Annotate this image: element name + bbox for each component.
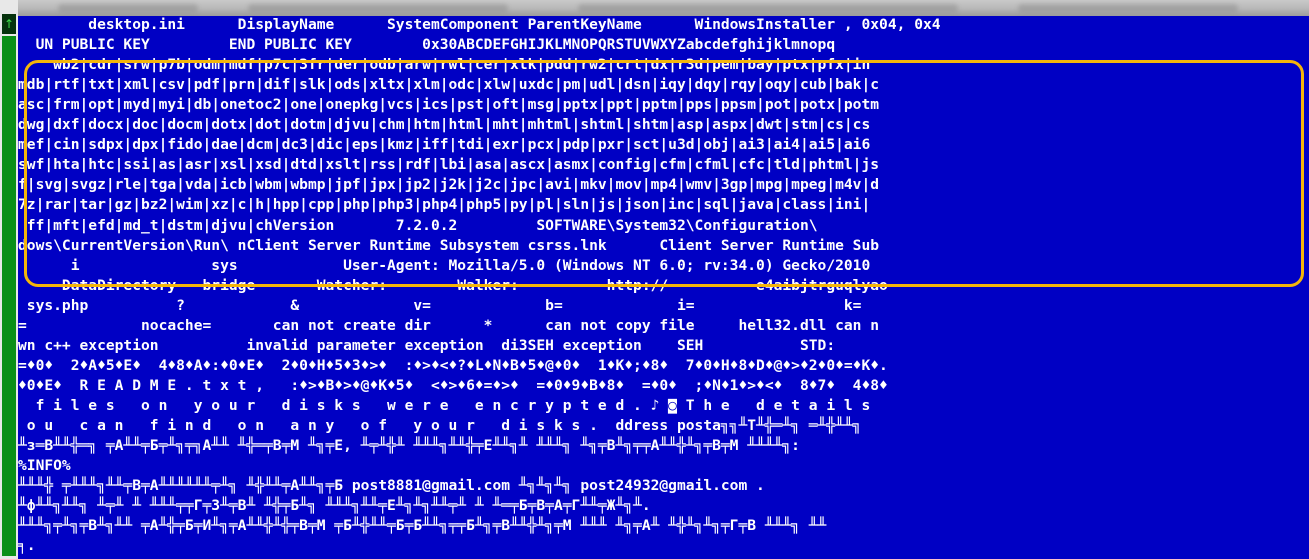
vertical-scrollbar[interactable]: ↑	[0, 0, 18, 559]
text-row: wn c++ exception invalid parameter excep…	[18, 337, 836, 354]
text-row: ╨╨╨╬ ╤╨╨╨╗╨╨╤В╤А╨╨╨╨╨╨╤╨╗ ╨╬╨╨╤А╨╨╗╤Б po…	[18, 477, 765, 494]
text-row: ╨╨╨╗╤╨╗╤В╨╗╨╨ ╤А╨╬╤Б╤И╨╗╤А╨╨╬╨╬╤В╤М ╤Б╨╬…	[18, 517, 827, 534]
hex-text-panel[interactable]: desktop.ini DisplayName SystemComponent …	[18, 16, 1309, 559]
text-row: desktop.ini DisplayName SystemComponent …	[18, 16, 941, 33]
text-row: = nocache= can not create dir * can not …	[18, 317, 880, 334]
text-row: f|svg|svgz|rle|tga|vda|icb|wbm|wbmp|jpf|…	[18, 176, 880, 193]
text-row: UN PUBLIC KEY END PUBLIC KEY 0x30ABCDEFG…	[18, 36, 836, 53]
scroll-up-arrow-icon[interactable]: ↑	[2, 14, 16, 34]
scrollbar-track[interactable]	[2, 36, 16, 556]
text-row: wb2|cdr|srw|p7b|odm|mdf|p7c|3fr|der|odb|…	[18, 56, 871, 73]
text-row: i sys User-Agent: Mozilla/5.0 (Windows N…	[18, 257, 871, 274]
window-title-bar	[18, 0, 1309, 16]
text-row: ff|mft|efd|md_t|dstm|djvu|chVersion 7.2.…	[18, 217, 818, 234]
text-row: ♦0♦E♦ R E A D M E . t x t , :♦>♦B♦>♦@♦K♦…	[18, 377, 888, 394]
text-row: ╨ф╨╨╗╨╨╗ ╨╤╨ ╨ ╨╨╨╤╤Г╤З╨╤В╨ ╨╬╤Б╨╗ ╨╨╨╗╨…	[18, 497, 651, 514]
text-row: sys.php ? & v= b= i= k=	[18, 297, 862, 314]
text-row: asc|frm|opt|myd|myi|db|onetoc2|one|onepk…	[18, 96, 880, 113]
text-row: mef|cin|sdpx|dpx|fido|dae|dcm|dc3|dic|ep…	[18, 136, 871, 153]
text-row: --DataDirectory --bridge Watcher: Walker…	[18, 277, 888, 294]
text-row: f i l e s o n y o u r d i s k s w e r e …	[18, 397, 871, 414]
text-row: dows\CurrentVersion\Run\ nClient Server …	[18, 237, 880, 254]
text-row: 7z|rar|tar|gz|bz2|wim|xz|c|h|hpp|cpp|php…	[18, 196, 871, 213]
text-row: ╨з═В╨╨╬═╗ ╤А╨╨╤Б╤╨╗╤╗А╨╨ ╨╬═╤В╤М ╨╗╤Е, ╨…	[18, 437, 800, 454]
text-row: swf|hta|htc|ssi|as|asr|xsl|xsd|dtd|xslt|…	[18, 156, 880, 173]
text-row: mdb|rtf|txt|xml|csv|pdf|prn|dif|slk|ods|…	[18, 76, 880, 93]
text-row: %INFO%	[18, 457, 71, 474]
text-row: =♦0♦ 2♦A♦5♦E♦ 4♦8♦A♦:♦0♦E♦ 2♦0♦H♦5♦3♦>♦ …	[18, 357, 888, 374]
text-row: ╕.	[18, 537, 36, 554]
hex-viewer-window: ↑ desktop.ini DisplayName SystemComponen…	[0, 0, 1309, 559]
text-row: o u c a n f i n d o n a n y o f y o u r …	[18, 417, 862, 434]
text-row: dwg|dxf|docx|doc|docm|dotx|dot|dotm|djvu…	[18, 116, 871, 133]
